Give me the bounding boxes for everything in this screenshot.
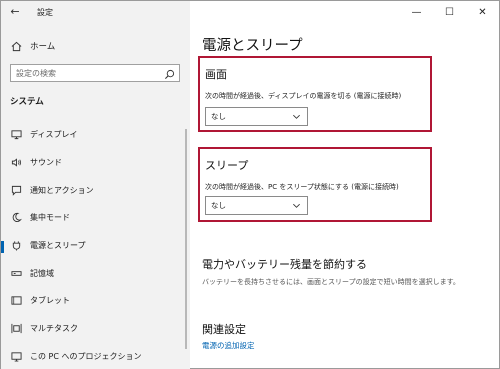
save-power-description: バッテリーを長持ちさせるには、画面とスリープの設定で短い時間を選択します。: [202, 278, 460, 286]
sidebar-nav: ディスプレイ サウンド 通知とアクション 集中モード 電源とスリープ 記憶域 タ…: [1, 121, 190, 369]
monitor-icon: [10, 129, 22, 141]
sidebar-item-label: この PC へのプロジェクション: [30, 351, 142, 361]
screen-timeout-dropdown[interactable]: なし: [205, 107, 308, 126]
related-settings-heading: 関連設定: [202, 323, 246, 336]
sleep-heading: スリープ: [205, 159, 249, 172]
sidebar: ← 設定 ホーム システム ディスプレイ: [1, 1, 190, 369]
sidebar-item-label: タブレット: [30, 296, 70, 306]
additional-power-settings-link[interactable]: 電源の追加設定: [202, 340, 255, 351]
search-icon[interactable]: [163, 68, 175, 80]
storage-icon: [10, 267, 22, 279]
notification-icon: [10, 184, 22, 196]
active-indicator: [1, 240, 4, 253]
sidebar-item-label: 電源とスリープ: [30, 241, 86, 251]
sidebar-scrollbar[interactable]: [185, 129, 187, 349]
page-title: 電源とスリープ: [202, 38, 303, 54]
section-label: システム: [10, 97, 44, 107]
sidebar-item-label: サウンド: [30, 158, 62, 168]
sidebar-item-label: ディスプレイ: [30, 130, 78, 140]
moon-icon: [10, 212, 22, 224]
sidebar-item-storage[interactable]: 記憶域: [1, 259, 190, 287]
home-label: ホーム: [30, 42, 56, 52]
back-arrow-icon: ←: [10, 5, 20, 18]
back-button[interactable]: ←: [7, 5, 23, 19]
sidebar-item-label: マルチタスク: [30, 324, 78, 334]
sidebar-item-label: 記憶域: [30, 268, 54, 278]
sidebar-item-display[interactable]: ディスプレイ: [1, 121, 190, 149]
save-power-heading: 電力やバッテリー残量を節約する: [202, 258, 367, 271]
sidebar-item-notifications[interactable]: 通知とアクション: [1, 176, 190, 204]
sidebar-item-label: 通知とアクション: [30, 185, 94, 195]
sleep-description: 次の時間が経過後、PC をスリープ状態にする (電源に接続時): [205, 183, 399, 191]
power-icon: [10, 240, 22, 252]
screen-description: 次の時間が経過後、ディスプレイの電源を切る (電源に接続時): [205, 92, 402, 100]
sidebar-item-sound[interactable]: サウンド: [1, 149, 190, 177]
screen-timeout-value: なし: [211, 112, 226, 121]
sleep-timeout-value: なし: [211, 201, 226, 210]
sleep-timeout-dropdown[interactable]: なし: [205, 196, 308, 215]
home-link[interactable]: ホーム: [10, 39, 55, 53]
projection-icon: [10, 350, 22, 362]
screen-heading: 画面: [205, 68, 227, 81]
chevron-down-icon: [290, 200, 302, 212]
sidebar-item-tablet[interactable]: タブレット: [1, 287, 190, 315]
multitask-icon: [10, 323, 22, 335]
sidebar-item-projection[interactable]: この PC へのプロジェクション: [1, 343, 190, 369]
screen-section: 画面 次の時間が経過後、ディスプレイの電源を切る (電源に接続時) なし: [198, 56, 432, 132]
sidebar-item-focus[interactable]: 集中モード: [1, 204, 190, 232]
sleep-section: スリープ 次の時間が経過後、PC をスリープ状態にする (電源に接続時) なし: [198, 147, 432, 222]
main-content: 電源とスリープ 画面 次の時間が経過後、ディスプレイの電源を切る (電源に接続時…: [190, 1, 499, 368]
app-title: 設定: [37, 8, 53, 17]
speaker-icon: [10, 157, 22, 169]
home-icon: [10, 40, 22, 52]
search-box[interactable]: [10, 64, 180, 82]
sidebar-item-multitasking[interactable]: マルチタスク: [1, 315, 190, 343]
sidebar-item-label: 集中モード: [30, 213, 70, 223]
tablet-icon: [10, 295, 22, 307]
search-input[interactable]: [11, 65, 156, 81]
settings-window: ← 設定 ホーム システム ディスプレイ: [0, 0, 500, 369]
sidebar-item-power-sleep[interactable]: 電源とスリープ: [1, 232, 190, 260]
chevron-down-icon: [290, 111, 302, 123]
